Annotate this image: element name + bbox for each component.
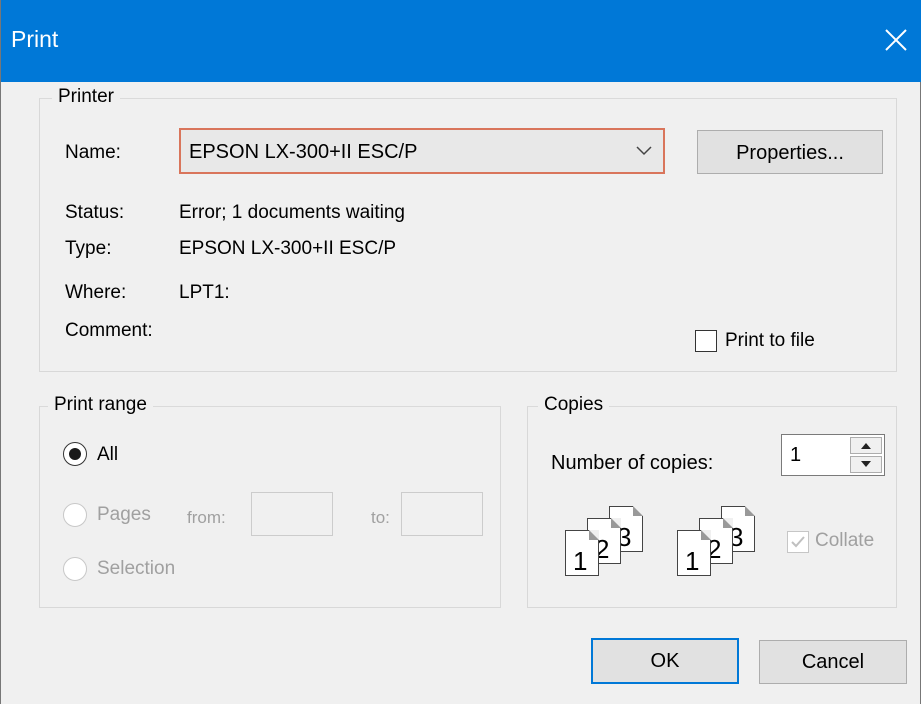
cancel-button[interactable]: Cancel (759, 640, 907, 684)
radio-all-label[interactable]: All (97, 444, 118, 466)
print-range-legend: Print range (48, 394, 153, 416)
page-icon-1: 1 (565, 530, 599, 576)
radio-pages-label[interactable]: Pages (97, 504, 151, 526)
page-icon-1: 1 (677, 530, 711, 576)
title-bar: Print (1, 0, 921, 82)
number-of-copies-label: Number of copies: (551, 452, 714, 474)
status-label: Status: (65, 202, 125, 223)
cancel-button-label: Cancel (801, 651, 865, 673)
close-icon (885, 29, 907, 51)
printer-name-value: EPSON LX-300+II ESC/P (189, 141, 418, 163)
close-button[interactable] (876, 20, 916, 60)
spin-up-button[interactable] (850, 437, 882, 454)
from-label: from: (187, 508, 226, 527)
radio-selection-label[interactable]: Selection (97, 558, 175, 580)
type-value: EPSON LX-300+II ESC/P (179, 238, 397, 259)
print-dialog: Print Printer Name: EPSON LX-300+II ESC/… (0, 0, 921, 704)
copies-value: 1 (790, 444, 802, 466)
collate-checkbox[interactable] (787, 531, 809, 553)
printer-name-select[interactable]: EPSON LX-300+II ESC/P (179, 128, 665, 174)
print-to-file-checkbox[interactable] (695, 330, 717, 352)
name-label: Name: (65, 142, 121, 163)
where-value: LPT1: (179, 282, 230, 303)
spin-down-button[interactable] (850, 456, 882, 473)
radio-all-dot (69, 448, 81, 460)
from-input[interactable] (251, 492, 333, 536)
collate-label[interactable]: Collate (815, 530, 874, 552)
properties-button-label: Properties... (736, 142, 844, 164)
comment-label: Comment: (65, 320, 153, 341)
radio-all[interactable] (63, 442, 87, 466)
to-label: to: (371, 508, 390, 527)
to-input[interactable] (401, 492, 483, 536)
print-to-file-label[interactable]: Print to file (725, 330, 815, 352)
ok-button[interactable]: OK (591, 638, 739, 684)
chevron-down-icon (636, 146, 652, 156)
type-label: Type: (65, 238, 112, 259)
printer-legend: Printer (52, 86, 120, 108)
window-title: Print (11, 26, 59, 52)
triangle-down-icon (861, 461, 871, 467)
spinner-buttons (850, 437, 882, 473)
radio-pages[interactable] (63, 503, 87, 527)
copies-spinner[interactable]: 1 (781, 434, 885, 476)
copies-legend: Copies (538, 394, 610, 416)
where-label: Where: (65, 282, 127, 303)
properties-button[interactable]: Properties... (697, 130, 883, 174)
checkmark-icon (791, 536, 805, 548)
status-value: Error; 1 documents waiting (179, 202, 405, 223)
ok-button-label: OK (650, 650, 680, 672)
triangle-up-icon (861, 443, 871, 449)
radio-selection[interactable] (63, 557, 87, 581)
